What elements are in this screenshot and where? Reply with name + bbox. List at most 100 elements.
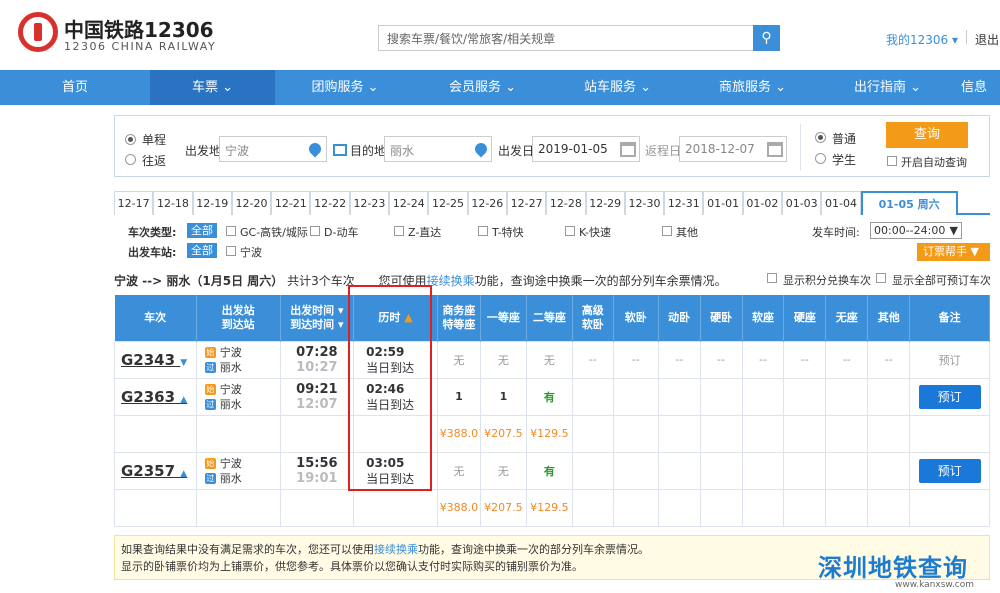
logo-title[interactable]: 中国铁路12306 [64, 14, 214, 43]
date-tab[interactable]: 01-04 [821, 191, 861, 215]
nav-group[interactable]: 团购服务 ⌄ [275, 70, 415, 105]
round-trip-radio[interactable] [125, 154, 136, 165]
transfer-link[interactable]: 接续换乘 [427, 274, 475, 288]
book-button[interactable]: 预订 [918, 458, 981, 483]
student-ticket-radio[interactable] [815, 153, 826, 164]
station-all-button[interactable]: 全部 [187, 243, 217, 258]
empty-cell [783, 488, 827, 527]
date-tab[interactable]: 12-26 [467, 191, 507, 215]
my12306-link[interactable]: 我的12306 ▾ [886, 31, 958, 48]
type-d-checkbox[interactable] [310, 226, 320, 236]
col-time[interactable]: 出发时间 ▾ 到达时间 ▾ [280, 295, 355, 341]
transfer-link[interactable]: 接续换乘 [374, 543, 418, 556]
col-station[interactable]: 出发站 到达站 [196, 295, 281, 341]
divider [966, 30, 967, 44]
divider [800, 124, 801, 170]
date-tab-selected[interactable]: 01-05 周六 [860, 191, 958, 215]
date-tab[interactable]: 12-22 [310, 191, 350, 215]
query-button[interactable]: 查询 [886, 122, 968, 148]
station-ningbo-checkbox[interactable] [226, 246, 236, 256]
nav-home[interactable]: 首页 [0, 70, 150, 105]
seat-cell [825, 451, 869, 490]
logout-link[interactable]: 退出 [975, 31, 999, 48]
transfer-tip-post: 功能，查询途中换乘一次的部分列车余票情况。 [474, 274, 727, 288]
nav-station[interactable]: 站车服务 ⌄ [550, 70, 685, 105]
type-gc-label: GC-高铁/城际 [240, 226, 308, 239]
train-number-link[interactable]: G2357 ▲ [114, 451, 197, 490]
nav-tickets[interactable]: 车票 ⌄ [150, 70, 275, 105]
swap-icon[interactable] [333, 144, 347, 156]
nav-member[interactable]: 会员服务 ⌄ [415, 70, 550, 105]
col-hard-sleeper: 硬卧 [700, 295, 743, 341]
search-form: 单程 往返 出发地 宁波 目的地 丽水 出发日 2019-01-05 返程日 2… [114, 115, 990, 177]
search-button[interactable]: ⚲ [753, 25, 780, 51]
seat-cell [783, 377, 827, 416]
seat-first[interactable]: 1 [479, 377, 527, 416]
bookable-trains-checkbox[interactable] [876, 273, 886, 283]
auto-query-checkbox[interactable] [887, 156, 897, 166]
date-tab[interactable]: 01-02 [742, 191, 783, 215]
nav-guide[interactable]: 出行指南 ⌄ [820, 70, 955, 105]
date-tab[interactable]: 12-31 [664, 191, 704, 215]
train-number-link[interactable]: G2363 ▲ [114, 377, 197, 416]
calendar-icon[interactable] [620, 142, 636, 157]
date-tab[interactable]: 12-25 [428, 191, 468, 215]
date-tab[interactable]: 01-03 [782, 191, 822, 215]
date-tab[interactable]: 12-21 [271, 191, 311, 215]
booking-helper-button[interactable]: 订票帮手 ▼ [917, 243, 990, 261]
date-tab[interactable]: 12-24 [389, 191, 429, 215]
seat-cell: -- [741, 340, 785, 379]
start-station-icon: 始 [204, 384, 216, 395]
type-t-checkbox[interactable] [478, 226, 488, 236]
depart-time-select[interactable]: 00:00--24:00 ▼ [870, 222, 962, 239]
expand-down-icon[interactable]: ▼ [180, 358, 187, 368]
date-tabs: 12-17 12-18 12-19 12-20 12-21 12-22 12-2… [114, 191, 990, 215]
seat-cell: -- [867, 340, 911, 379]
date-tab[interactable]: 12-23 [349, 191, 390, 215]
empty-cell [279, 414, 355, 453]
train-number-link[interactable]: G2343 ▼ [114, 340, 197, 379]
seat-second[interactable]: 有 [525, 451, 573, 490]
nav-business[interactable]: 商旅服务 ⌄ [685, 70, 820, 105]
single-trip-label: 单程 [142, 133, 167, 147]
date-tab[interactable]: 12-20 [231, 191, 272, 215]
type-z-checkbox[interactable] [394, 226, 404, 236]
date-tab[interactable]: 12-27 [506, 191, 547, 215]
train-type-label: 车次类型: [128, 226, 177, 239]
railway-logo-icon[interactable] [18, 12, 58, 52]
station-cell: 始宁波过丽水 [195, 340, 281, 379]
points-trains-label: 显示积分兑换车次 [783, 274, 871, 287]
type-gc-checkbox[interactable] [226, 226, 236, 236]
expand-up-icon[interactable]: ▲ [180, 395, 187, 405]
date-tab[interactable]: 01-01 [703, 191, 743, 215]
empty-cell [571, 414, 614, 453]
price-second: ¥129.5 [525, 488, 573, 527]
col-premium: 高级 软卧 [572, 295, 614, 341]
type-other-checkbox[interactable] [662, 226, 672, 236]
normal-ticket-radio[interactable] [815, 132, 826, 143]
seat-second[interactable]: 有 [525, 377, 573, 416]
expand-up-icon[interactable]: ▲ [180, 469, 187, 479]
calendar-icon[interactable] [767, 142, 783, 157]
col-hard-seat: 硬座 [783, 295, 827, 341]
seat-business[interactable]: 1 [436, 377, 481, 416]
type-k-checkbox[interactable] [565, 226, 575, 236]
date-tab[interactable]: 12-18 [153, 191, 193, 215]
date-tab[interactable]: 12-29 [585, 191, 625, 215]
date-tab[interactable]: 12-28 [546, 191, 586, 215]
seat-cell [699, 377, 743, 416]
seat-cell: -- [657, 340, 701, 379]
book-button[interactable]: 预订 [918, 384, 981, 409]
price-first: ¥207.5 [479, 488, 527, 527]
date-tab[interactable]: 12-19 [192, 191, 232, 215]
date-tab[interactable]: 12-17 [114, 191, 154, 215]
search-input[interactable]: 搜索车票/餐饮/常旅客/相关规章 [378, 25, 754, 51]
train-type-all-button[interactable]: 全部 [187, 223, 217, 238]
col-business: 商务座 特等座 [437, 295, 481, 341]
points-trains-checkbox[interactable] [767, 273, 777, 283]
seat-cell [571, 451, 614, 490]
chevron-down-icon: ▼ [949, 224, 958, 237]
nav-info[interactable]: 信息 [955, 70, 1000, 105]
date-tab[interactable]: 12-30 [624, 191, 665, 215]
single-trip-radio[interactable] [125, 134, 136, 145]
